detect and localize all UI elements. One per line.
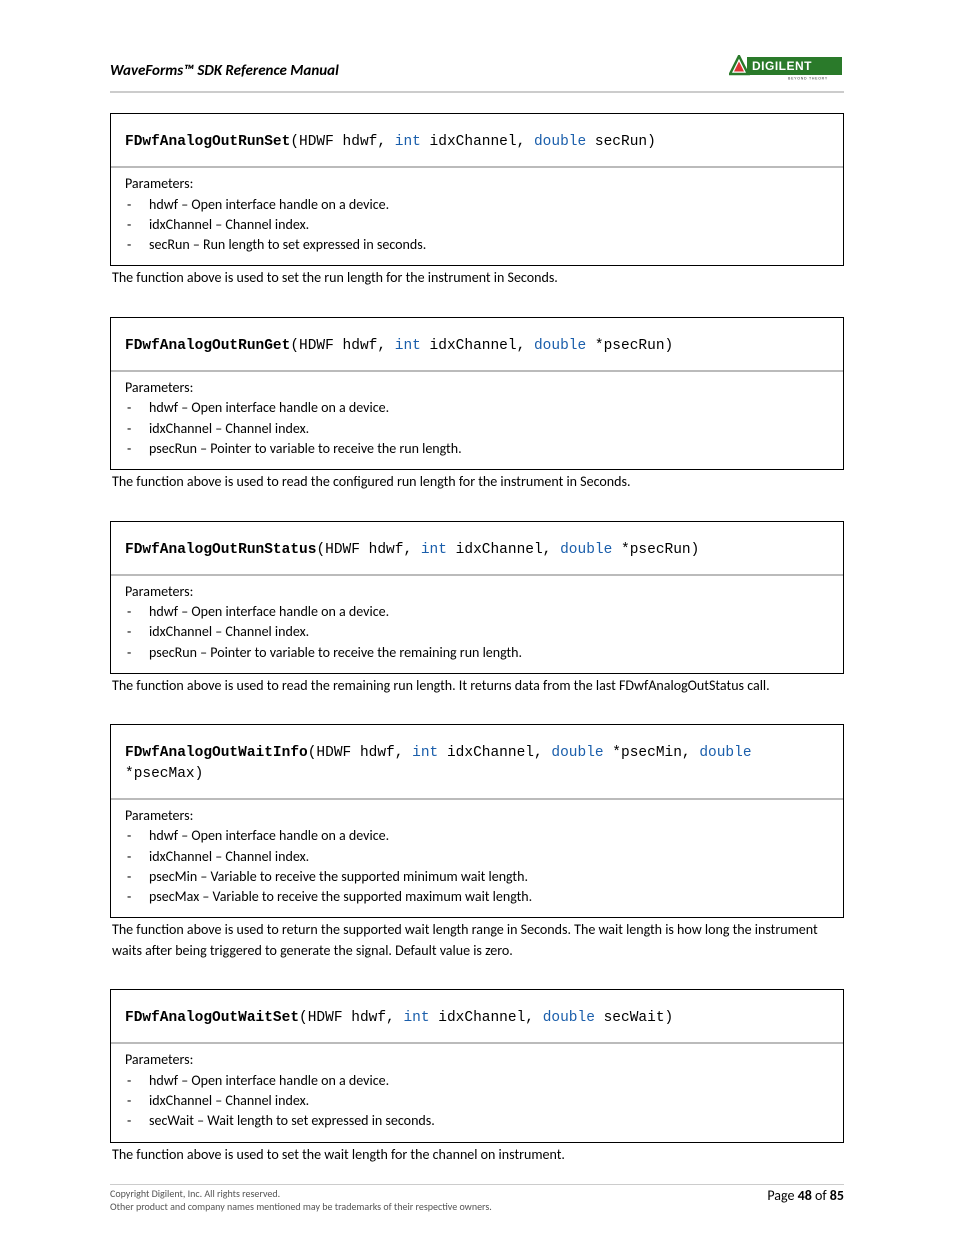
- parameters-box: Parameters:-hdwf – Open interface handle…: [111, 576, 843, 673]
- dash-icon: -: [125, 1091, 149, 1111]
- dash-icon: -: [125, 887, 149, 907]
- footer-trademark: Other product and company names mentione…: [110, 1200, 492, 1213]
- function-description: The function above is used to read the c…: [110, 472, 844, 492]
- parameters-box: Parameters:-hdwf – Open interface handle…: [111, 800, 843, 917]
- function-block: FDwfAnalogOutRunStatus(HDWF hdwf, int id…: [110, 521, 844, 674]
- parameter-item: -psecMin – Variable to receive the suppo…: [125, 867, 829, 887]
- parameter-text: hdwf – Open interface handle on a device…: [149, 1071, 389, 1091]
- parameter-item: -idxChannel – Channel index.: [125, 622, 829, 642]
- parameter-item: -psecRun – Pointer to variable to receiv…: [125, 439, 829, 459]
- parameter-text: hdwf – Open interface handle on a device…: [149, 826, 389, 846]
- dash-icon: -: [125, 826, 149, 846]
- parameters-box: Parameters:-hdwf – Open interface handle…: [111, 372, 843, 469]
- footer-left: Copyright Digilent, Inc. All rights rese…: [110, 1187, 492, 1213]
- parameters-label: Parameters:: [125, 806, 829, 826]
- parameter-item: -psecMax – Variable to receive the suppo…: [125, 887, 829, 907]
- function-description: The function above is used to return the…: [110, 920, 844, 961]
- parameter-text: psecMin – Variable to receive the suppor…: [149, 867, 528, 887]
- page-header: WaveForms™ SDK Reference Manual DIGILENT…: [110, 55, 844, 93]
- dash-icon: -: [125, 398, 149, 418]
- svg-text:DIGILENT: DIGILENT: [752, 59, 812, 73]
- function-signature: FDwfAnalogOutWaitInfo(HDWF hdwf, int idx…: [111, 725, 843, 800]
- parameter-item: -idxChannel – Channel index.: [125, 419, 829, 439]
- svg-text:BEYOND THEORY: BEYOND THEORY: [788, 77, 828, 81]
- parameter-text: idxChannel – Channel index.: [149, 622, 309, 642]
- parameter-text: hdwf – Open interface handle on a device…: [149, 602, 389, 622]
- parameter-item: -idxChannel – Channel index.: [125, 1091, 829, 1111]
- parameter-text: idxChannel – Channel index.: [149, 1091, 309, 1111]
- function-description: The function above is used to set the wa…: [110, 1145, 844, 1165]
- functions-container: FDwfAnalogOutRunSet(HDWF hdwf, int idxCh…: [110, 113, 844, 1165]
- digilent-logo: DIGILENT BEYOND THEORY: [729, 55, 844, 87]
- dash-icon: -: [125, 419, 149, 439]
- parameter-item: -hdwf – Open interface handle on a devic…: [125, 826, 829, 846]
- function-signature: FDwfAnalogOutRunSet(HDWF hdwf, int idxCh…: [111, 114, 843, 168]
- function-signature: FDwfAnalogOutWaitSet(HDWF hdwf, int idxC…: [111, 990, 843, 1044]
- parameter-text: idxChannel – Channel index.: [149, 419, 309, 439]
- parameter-item: -idxChannel – Channel index.: [125, 215, 829, 235]
- parameter-item: -hdwf – Open interface handle on a devic…: [125, 602, 829, 622]
- parameter-item: -hdwf – Open interface handle on a devic…: [125, 1071, 829, 1091]
- function-block: FDwfAnalogOutRunSet(HDWF hdwf, int idxCh…: [110, 113, 844, 266]
- dash-icon: -: [125, 643, 149, 663]
- dash-icon: -: [125, 439, 149, 459]
- parameter-text: hdwf – Open interface handle on a device…: [149, 398, 389, 418]
- parameter-text: secWait – Wait length to set expressed i…: [149, 1111, 435, 1131]
- parameters-box: Parameters:-hdwf – Open interface handle…: [111, 1044, 843, 1141]
- dash-icon: -: [125, 195, 149, 215]
- parameter-item: -secWait – Wait length to set expressed …: [125, 1111, 829, 1131]
- parameter-item: -secRun – Run length to set expressed in…: [125, 235, 829, 255]
- dash-icon: -: [125, 1071, 149, 1091]
- dash-icon: -: [125, 867, 149, 887]
- parameters-label: Parameters:: [125, 1050, 829, 1070]
- parameters-box: Parameters:-hdwf – Open interface handle…: [111, 168, 843, 265]
- function-block: FDwfAnalogOutRunGet(HDWF hdwf, int idxCh…: [110, 317, 844, 470]
- parameters-label: Parameters:: [125, 582, 829, 602]
- parameter-item: -idxChannel – Channel index.: [125, 847, 829, 867]
- parameter-item: -psecRun – Pointer to variable to receiv…: [125, 643, 829, 663]
- function-description: The function above is used to set the ru…: [110, 268, 844, 288]
- dash-icon: -: [125, 847, 149, 867]
- header-title: WaveForms™ SDK Reference Manual: [110, 62, 339, 80]
- parameter-text: secRun – Run length to set expressed in …: [149, 235, 426, 255]
- parameter-text: idxChannel – Channel index.: [149, 847, 309, 867]
- function-signature: FDwfAnalogOutRunGet(HDWF hdwf, int idxCh…: [111, 318, 843, 372]
- dash-icon: -: [125, 602, 149, 622]
- footer-copyright: Copyright Digilent, Inc. All rights rese…: [110, 1187, 492, 1200]
- dash-icon: -: [125, 622, 149, 642]
- parameter-text: hdwf – Open interface handle on a device…: [149, 195, 389, 215]
- function-signature: FDwfAnalogOutRunStatus(HDWF hdwf, int id…: [111, 522, 843, 576]
- parameters-label: Parameters:: [125, 378, 829, 398]
- dash-icon: -: [125, 235, 149, 255]
- parameters-label: Parameters:: [125, 174, 829, 194]
- parameter-item: -hdwf – Open interface handle on a devic…: [125, 398, 829, 418]
- parameter-text: idxChannel – Channel index.: [149, 215, 309, 235]
- function-block: FDwfAnalogOutWaitSet(HDWF hdwf, int idxC…: [110, 989, 844, 1142]
- footer-page-number: Page 48 of 85: [767, 1187, 844, 1204]
- parameter-text: psecRun – Pointer to variable to receive…: [149, 439, 462, 459]
- parameter-item: -hdwf – Open interface handle on a devic…: [125, 195, 829, 215]
- parameter-text: psecRun – Pointer to variable to receive…: [149, 643, 522, 663]
- function-block: FDwfAnalogOutWaitInfo(HDWF hdwf, int idx…: [110, 724, 844, 918]
- dash-icon: -: [125, 215, 149, 235]
- parameter-text: psecMax – Variable to receive the suppor…: [149, 887, 532, 907]
- function-description: The function above is used to read the r…: [110, 676, 844, 696]
- dash-icon: -: [125, 1111, 149, 1131]
- page-footer: Copyright Digilent, Inc. All rights rese…: [110, 1184, 844, 1213]
